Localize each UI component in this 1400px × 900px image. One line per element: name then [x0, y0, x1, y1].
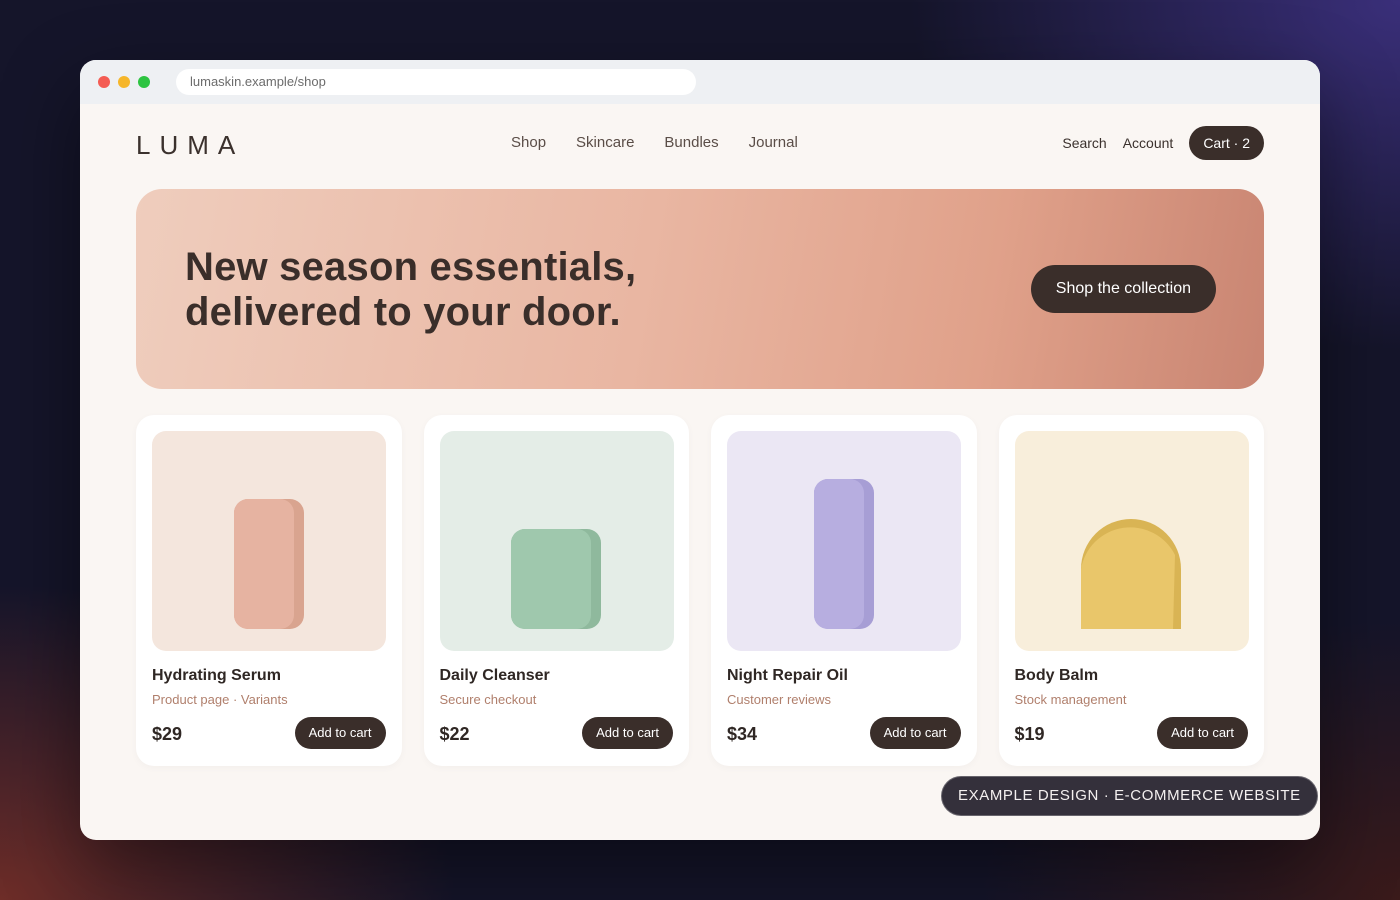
product-price: $29 — [152, 724, 183, 744]
nav-link-journal[interactable]: Journal — [749, 134, 798, 151]
minimize-window-icon[interactable] — [118, 76, 130, 88]
product-name[interactable]: Hydrating Serum — [152, 667, 281, 685]
hero-headline-line-2: delivered to your door. — [185, 290, 621, 334]
main-nav: Shop Skincare Bundles Journal — [511, 134, 798, 151]
product-grid: Hydrating Serum Product page · Variants … — [136, 415, 1264, 766]
product-name[interactable]: Daily Cleanser — [440, 667, 550, 685]
site-header: LUMA Shop Skincare Bundles Journal Searc… — [80, 104, 1320, 186]
hero-banner: New season essentials, delivered to your… — [136, 189, 1264, 389]
product-subtitle: Customer reviews — [727, 692, 832, 707]
address-bar[interactable]: lumaskin.example/shop — [176, 69, 696, 95]
hero-headline: New season essentials, delivered to your… — [185, 245, 636, 335]
product-card[interactable]: Hydrating Serum Product page · Variants … — [136, 415, 402, 766]
add-to-cart-button[interactable]: Add to cart — [294, 717, 386, 749]
nav-link-bundles[interactable]: Bundles — [664, 134, 718, 151]
site-logo[interactable]: LUMA — [136, 130, 244, 161]
browser-titlebar: lumaskin.example/shop — [80, 60, 1320, 104]
header-actions: Search Account Cart · 2 — [1062, 126, 1264, 160]
search-link[interactable]: Search — [1062, 135, 1106, 151]
account-link[interactable]: Account — [1123, 135, 1174, 151]
product-card[interactable]: Night Repair Oil Customer reviews $34 Ad… — [711, 415, 977, 766]
serum-bottle-icon — [234, 499, 304, 629]
close-window-icon[interactable] — [98, 76, 110, 88]
product-price: $22 — [439, 724, 470, 744]
hero-headline-line-1: New season essentials, — [185, 245, 637, 289]
shop-collection-button[interactable]: Shop the collection — [1030, 265, 1216, 313]
balm-tub-icon — [1080, 519, 1181, 629]
product-name[interactable]: Body Balm — [1015, 667, 1099, 685]
product-subtitle: Stock management — [1014, 692, 1127, 707]
product-subtitle: Product page · Variants — [152, 692, 288, 707]
add-to-cart-button[interactable]: Add to cart — [582, 717, 673, 749]
product-image[interactable] — [152, 431, 386, 651]
oil-bottle-icon — [814, 479, 874, 629]
product-image[interactable] — [1014, 431, 1249, 651]
product-image[interactable] — [727, 431, 961, 651]
add-to-cart-button[interactable]: Add to cart — [869, 717, 961, 749]
product-price: $19 — [1014, 724, 1045, 744]
product-card[interactable]: Body Balm Stock management $19 Add to ca… — [998, 415, 1264, 766]
cart-button[interactable]: Cart · 2 — [1189, 126, 1264, 160]
browser-window: lumaskin.example/shop LUMA Shop Skincare… — [80, 60, 1320, 840]
maximize-window-icon[interactable] — [138, 76, 150, 88]
example-design-badge: EXAMPLE DESIGN · E-COMMERCE WEBSITE — [941, 776, 1318, 816]
add-to-cart-button[interactable]: Add to cart — [1157, 717, 1248, 749]
product-subtitle: Secure checkout — [439, 692, 537, 707]
product-image[interactable] — [439, 431, 674, 651]
cleanser-jar-icon — [510, 529, 601, 629]
nav-link-skincare[interactable]: Skincare — [576, 134, 634, 151]
product-card[interactable]: Daily Cleanser Secure checkout $22 Add t… — [423, 415, 689, 766]
nav-link-shop[interactable]: Shop — [511, 134, 546, 151]
product-name[interactable]: Night Repair Oil — [727, 667, 848, 685]
product-price: $34 — [727, 724, 758, 744]
